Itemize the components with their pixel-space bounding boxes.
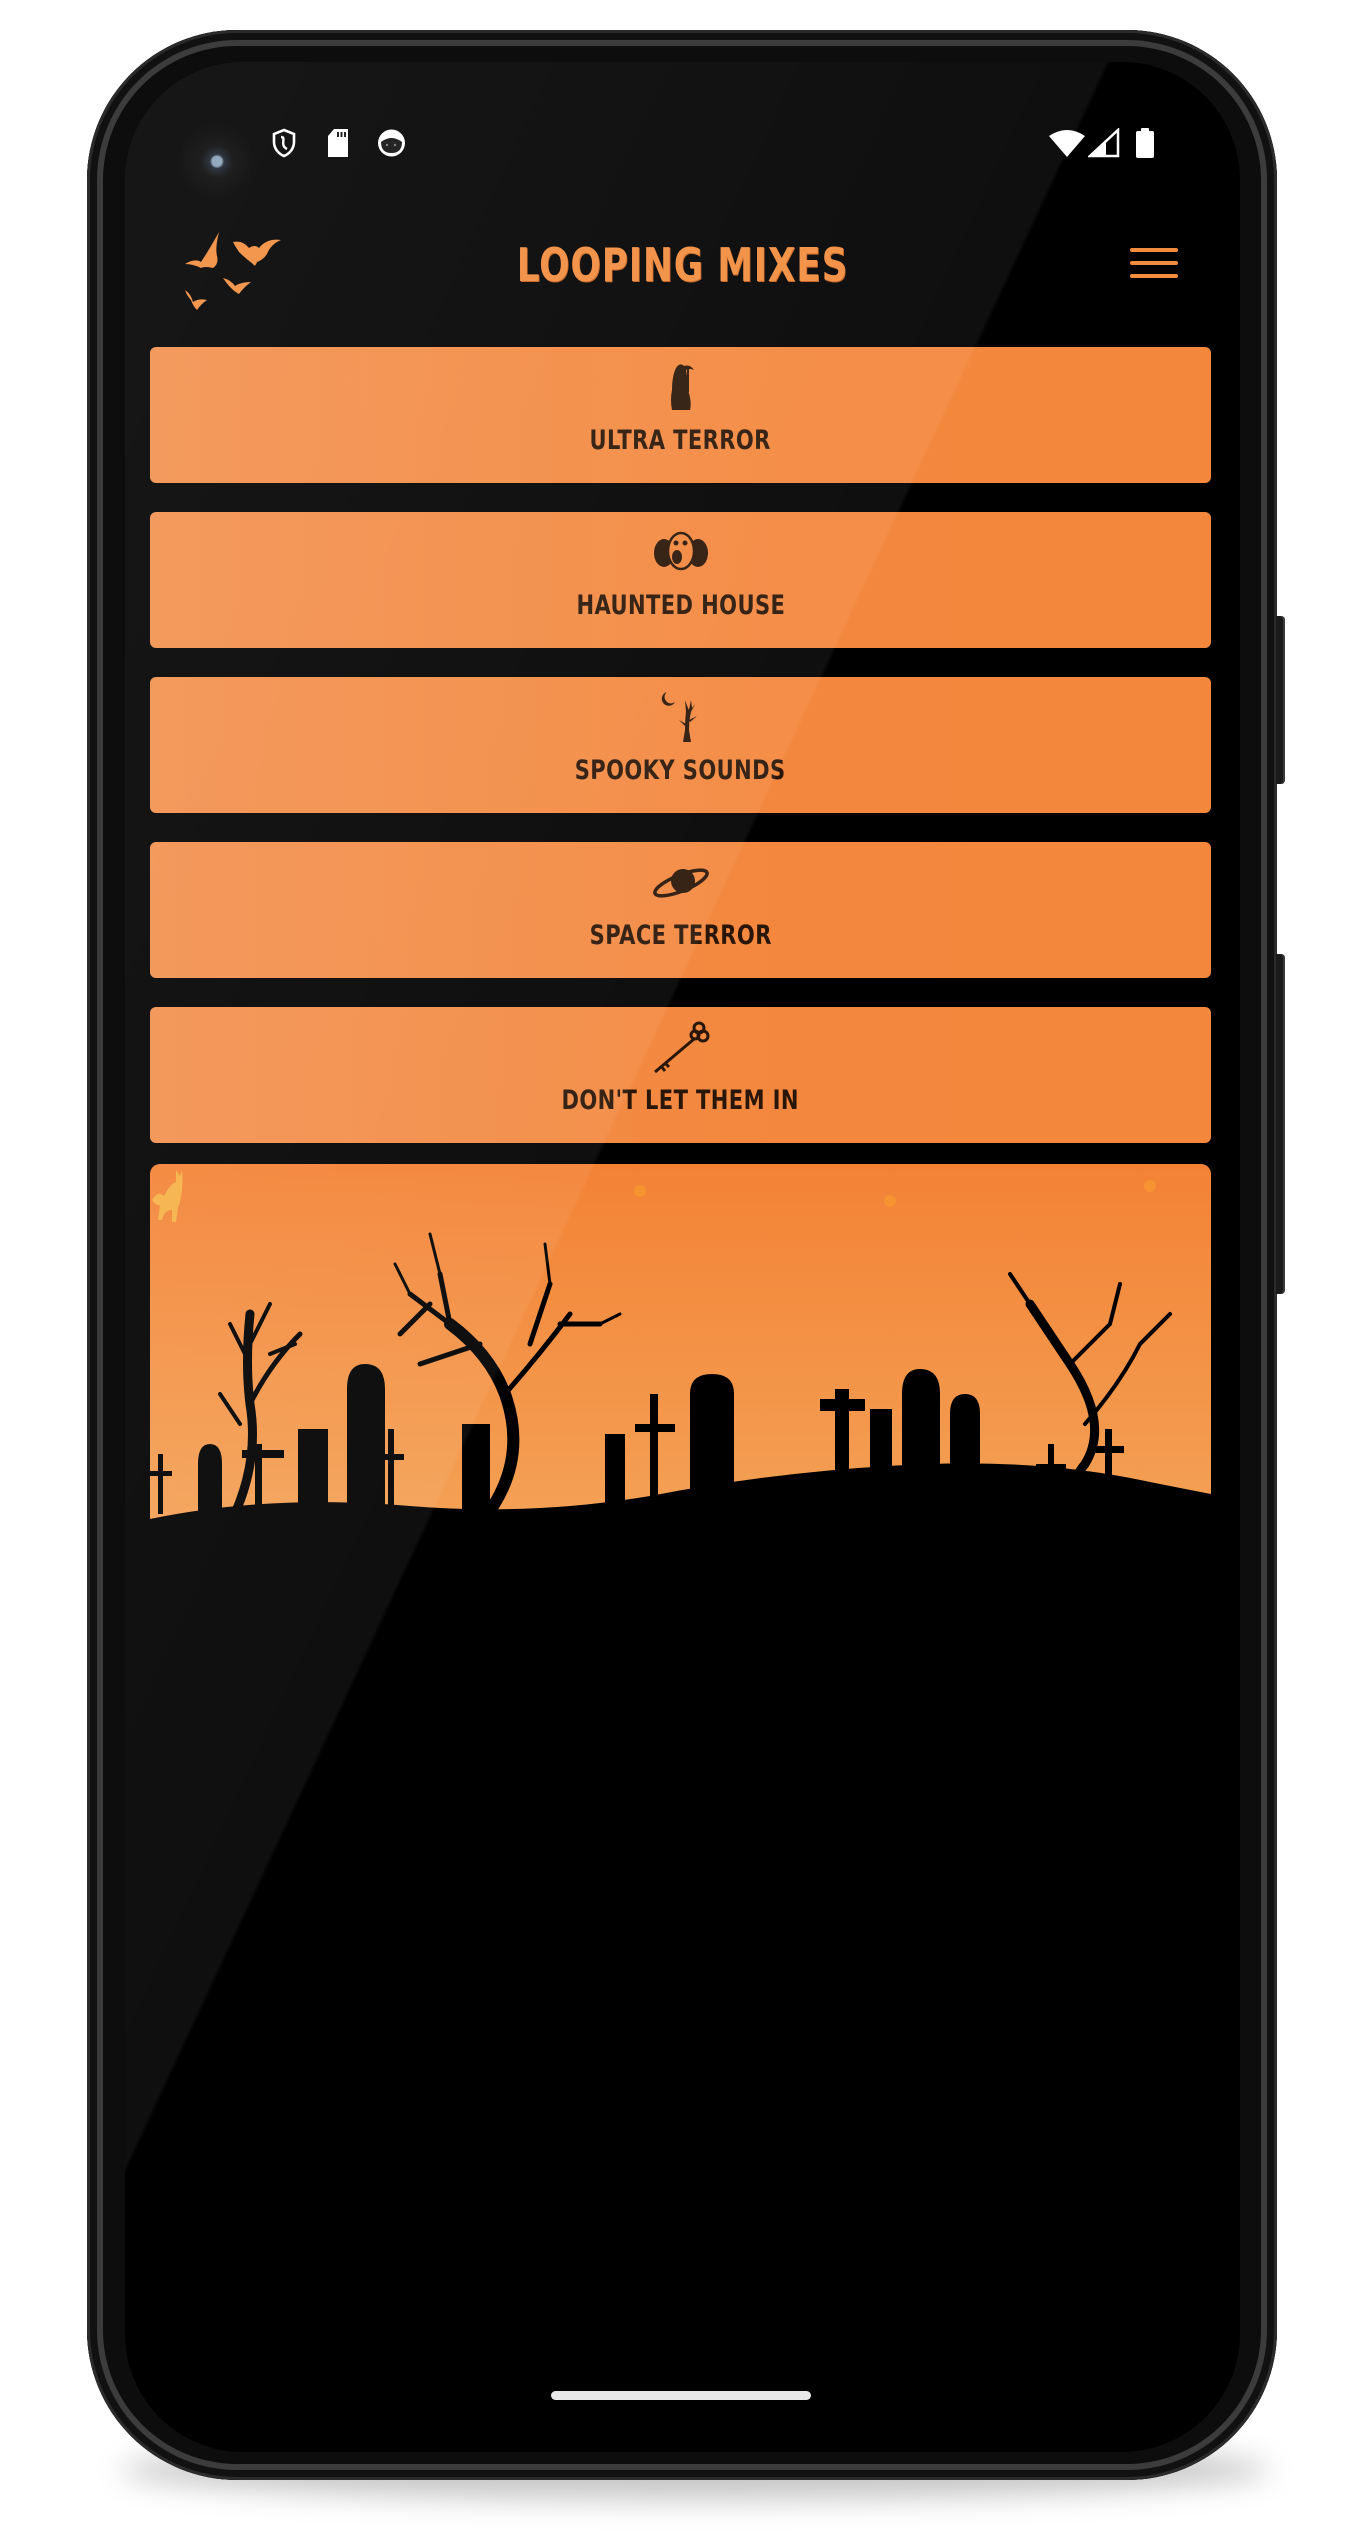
home-indicator[interactable]	[551, 2391, 811, 2400]
cellular-signal-icon	[1088, 128, 1120, 158]
mix-label: Space Terror	[589, 920, 772, 951]
mix-list: Ultra Terror Haunted House Spooky Sounds…	[150, 347, 1211, 1172]
hamburger-menu-button[interactable]	[1128, 245, 1180, 281]
power-button[interactable]	[1276, 616, 1285, 784]
black-cat-icon	[152, 1170, 183, 1222]
sky-dot	[634, 1185, 646, 1197]
sky-dot	[884, 1195, 896, 1207]
menu-line	[1130, 274, 1178, 278]
mix-button-space-terror[interactable]: Space Terror	[150, 842, 1211, 978]
volume-button[interactable]	[1276, 954, 1285, 1294]
battery-icon	[1135, 128, 1155, 158]
shield-icon	[271, 128, 297, 158]
front-camera	[177, 123, 257, 203]
wifi-icon	[1048, 128, 1086, 158]
mix-label: Haunted House	[576, 590, 785, 621]
mix-button-dont-let-them-in[interactable]: Don't Let Them In	[150, 1007, 1211, 1143]
graveyard-illustration	[150, 1164, 1211, 1564]
planet-icon	[651, 856, 711, 908]
mix-label: Ultra Terror	[589, 425, 772, 456]
dead-tree-moon-icon	[651, 691, 711, 743]
mix-label: Don't Let Them In	[561, 1085, 800, 1116]
mix-button-spooky-sounds[interactable]: Spooky Sounds	[150, 677, 1211, 813]
scary-clown-icon	[651, 526, 711, 578]
grim-reaper-icon	[651, 361, 711, 413]
skeleton-key-icon	[651, 1021, 711, 1074]
mix-button-haunted-house[interactable]: Haunted House	[150, 512, 1211, 648]
sd-card-icon	[326, 128, 350, 158]
menu-line	[1130, 248, 1178, 252]
menu-line	[1130, 261, 1178, 265]
phone-screen: LOOPING MIXES Ultra Terror Haunted House…	[125, 62, 1240, 2452]
mix-label: Spooky Sounds	[575, 755, 786, 786]
app-title: LOOPING MIXES	[516, 238, 849, 292]
graveyard-scene	[150, 1170, 1211, 1564]
app-notification-icon	[376, 128, 407, 158]
mix-button-ultra-terror[interactable]: Ultra Terror	[150, 347, 1211, 483]
sky-dot	[1144, 1180, 1156, 1192]
